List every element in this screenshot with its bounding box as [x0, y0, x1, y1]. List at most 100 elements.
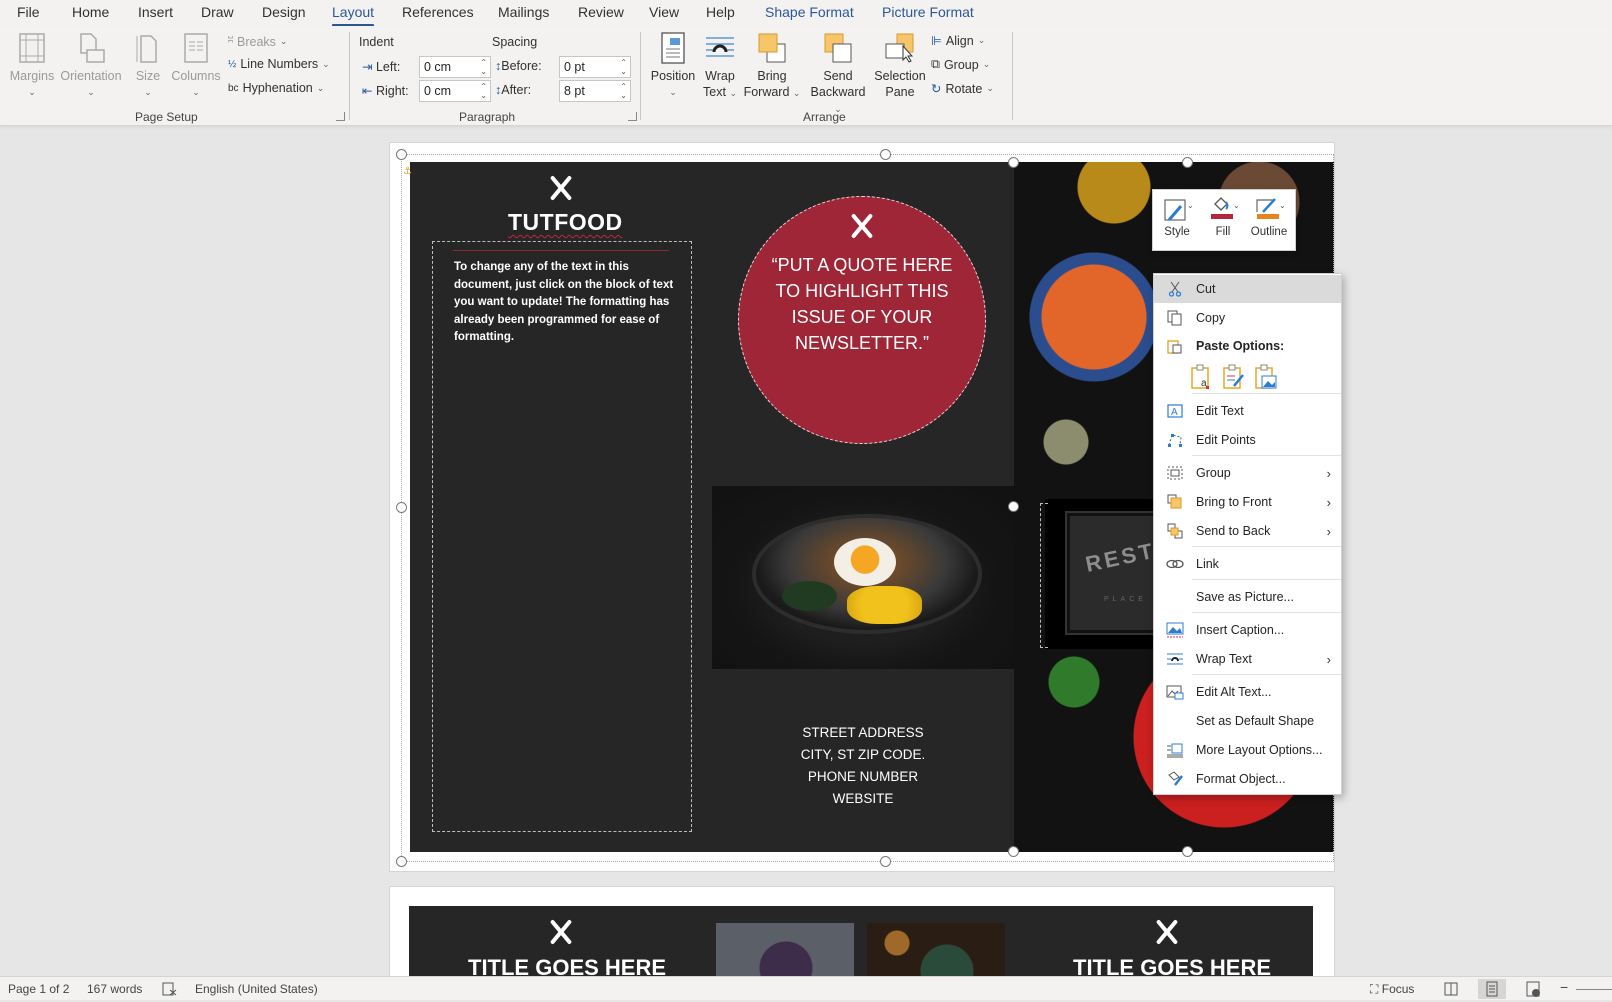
svg-text:⌄: ⌄: [1233, 201, 1240, 210]
alt-text-icon: [1164, 683, 1186, 701]
brand-title[interactable]: TUTFOOD: [508, 209, 623, 236]
address-block[interactable]: STREET ADDRESS CITY, ST ZIP CODE. PHONE …: [752, 722, 974, 810]
menu-item-group[interactable]: Group ›: [1154, 459, 1341, 487]
tab-references[interactable]: References: [402, 4, 474, 20]
page-setup-launcher[interactable]: [336, 112, 345, 121]
word-count[interactable]: 167 words: [87, 982, 142, 996]
outline-button[interactable]: ⌄ Outline: [1247, 196, 1291, 238]
spacing-before-input[interactable]: 0 pt ⌃ ⌄: [559, 56, 631, 78]
fill-button[interactable]: ⌄ Fill: [1201, 196, 1245, 238]
web-layout-button[interactable]: [1519, 979, 1547, 999]
zoom-out-button[interactable]: −: [1560, 979, 1568, 995]
menu-item-wrap-text[interactable]: Wrap Text ›: [1154, 645, 1341, 673]
tab-shape-format[interactable]: Shape Format: [765, 4, 854, 20]
margins-button[interactable]: Margins ⌄: [8, 32, 56, 100]
print-layout-button[interactable]: [1478, 979, 1506, 999]
tab-review[interactable]: Review: [578, 4, 624, 20]
menu-item-more-layout-options[interactable]: More Layout Options...: [1154, 736, 1341, 764]
group-icon: [1164, 464, 1186, 482]
menu-item-copy[interactable]: Copy: [1154, 304, 1341, 332]
quote-text[interactable]: “PUT A QUOTE HERE TO HIGHLIGHT THIS ISSU…: [738, 252, 986, 356]
anchor-lock-icon[interactable]: ⚓: [403, 166, 417, 180]
submenu-arrow-icon: ›: [1326, 494, 1331, 510]
language-indicator[interactable]: English (United States): [195, 982, 318, 996]
tab-insert[interactable]: Insert: [138, 4, 173, 20]
page-2-photo-2[interactable]: [867, 923, 1005, 976]
focus-mode-button[interactable]: ⛶ Focus: [1370, 982, 1414, 997]
position-icon: [658, 32, 688, 64]
tab-picture-format[interactable]: Picture Format: [882, 4, 974, 20]
menu-item-insert-caption[interactable]: Insert Caption...: [1154, 616, 1341, 644]
read-mode-button[interactable]: [1437, 979, 1465, 999]
columns-button[interactable]: Columns ⌄: [170, 32, 222, 100]
spinner-arrows-icon[interactable]: ⌃ ⌄: [620, 82, 627, 100]
spinner-arrows-icon[interactable]: ⌃ ⌄: [480, 82, 487, 100]
breaks-button[interactable]: ⎶ Breaks ⌄: [228, 34, 287, 49]
menu-item-format-object[interactable]: Format Object...: [1154, 765, 1341, 793]
menu-item-edit-points[interactable]: Edit Points: [1154, 426, 1341, 454]
ramen-bowl-photo[interactable]: [712, 486, 1014, 669]
paste-picture-icon[interactable]: [1254, 364, 1278, 390]
paste-merge-formatting-icon[interactable]: [1222, 364, 1246, 390]
proofing-icon[interactable]: [162, 982, 178, 999]
tab-mailings[interactable]: Mailings: [498, 4, 549, 20]
bring-forward-button[interactable]: Bring Forward ⌄: [742, 32, 802, 101]
orientation-button[interactable]: Orientation ⌄: [60, 32, 122, 100]
rotate-icon: ↻: [931, 82, 942, 96]
page-setup-group-label: Page Setup: [135, 110, 198, 124]
tab-design[interactable]: Design: [262, 4, 306, 20]
resize-handle[interactable]: [1008, 501, 1019, 512]
resize-handle[interactable]: [396, 149, 407, 160]
menu-item-bring-to-front[interactable]: Bring to Front ›: [1154, 488, 1341, 516]
menu-item-save-as-picture[interactable]: Save as Picture...: [1154, 583, 1341, 611]
style-button[interactable]: ⌄ Style: [1155, 196, 1199, 238]
menu-item-edit-text[interactable]: A Edit Text: [1154, 397, 1341, 425]
chevron-down-icon: ⌄: [87, 87, 95, 97]
spacing-after-input[interactable]: 8 pt ⌃ ⌄: [559, 80, 631, 102]
tab-draw[interactable]: Draw: [201, 4, 234, 20]
position-button[interactable]: Position ⌄: [648, 32, 698, 100]
send-backward-button[interactable]: Send Backward ⌄: [806, 32, 870, 117]
rotate-button[interactable]: ↻ Rotate ⌄: [931, 81, 994, 97]
indent-left-input[interactable]: 0 cm ⌃ ⌄: [419, 56, 491, 78]
resize-handle[interactable]: [396, 502, 407, 513]
align-button[interactable]: ⊫ Align ⌄: [931, 33, 985, 49]
spacing-before-label: ↕Before:: [495, 59, 542, 73]
resize-handle[interactable]: [1008, 846, 1019, 857]
resize-handle[interactable]: [880, 149, 891, 160]
menu-item-edit-alt-text[interactable]: Edit Alt Text...: [1154, 678, 1341, 706]
shape-style-icon: ⌄: [1155, 196, 1199, 226]
tab-view[interactable]: View: [649, 4, 679, 20]
insert-caption-icon: [1164, 621, 1186, 639]
resize-handle[interactable]: [396, 856, 407, 867]
tab-layout[interactable]: Layout: [332, 4, 375, 27]
page-2-photo-1[interactable]: [716, 923, 854, 976]
menu-item-send-to-back[interactable]: Send to Back ›: [1154, 517, 1341, 545]
group-button[interactable]: ⧉ Group ⌄: [931, 57, 990, 72]
page-count[interactable]: Page 1 of 2: [8, 982, 69, 996]
menu-item-link[interactable]: Link: [1154, 550, 1341, 578]
edit-points-icon: [1164, 431, 1186, 449]
body-text[interactable]: To change any of the text in this docume…: [454, 259, 674, 347]
chevron-down-icon: ⌄: [192, 87, 200, 97]
resize-handle[interactable]: [1182, 157, 1193, 168]
menu-item-cut[interactable]: Cut: [1154, 275, 1341, 303]
resize-handle[interactable]: [880, 856, 891, 867]
selection-pane-button[interactable]: Selection Pane: [872, 32, 928, 100]
paragraph-launcher[interactable]: [628, 112, 637, 121]
tab-help[interactable]: Help: [706, 4, 735, 20]
spinner-arrows-icon[interactable]: ⌃ ⌄: [480, 58, 487, 76]
tab-home[interactable]: Home: [72, 4, 109, 20]
spinner-arrows-icon[interactable]: ⌃ ⌄: [620, 58, 627, 76]
line-numbers-button[interactable]: ½ Line Numbers ⌄: [228, 57, 330, 71]
hyphenation-button[interactable]: bc Hyphenation ⌄: [228, 81, 324, 95]
paste-keep-formatting-icon[interactable]: a: [1190, 364, 1214, 390]
tab-file[interactable]: File: [17, 4, 40, 20]
resize-handle[interactable]: [1008, 157, 1019, 168]
zoom-slider[interactable]: [1576, 989, 1612, 990]
size-button[interactable]: Size ⌄: [130, 32, 166, 100]
resize-handle[interactable]: [1182, 846, 1193, 857]
menu-item-set-default-shape[interactable]: Set as Default Shape: [1154, 707, 1341, 735]
indent-right-input[interactable]: 0 cm ⌃ ⌄: [419, 80, 491, 102]
wrap-text-button[interactable]: Wrap Text ⌄: [700, 32, 740, 101]
